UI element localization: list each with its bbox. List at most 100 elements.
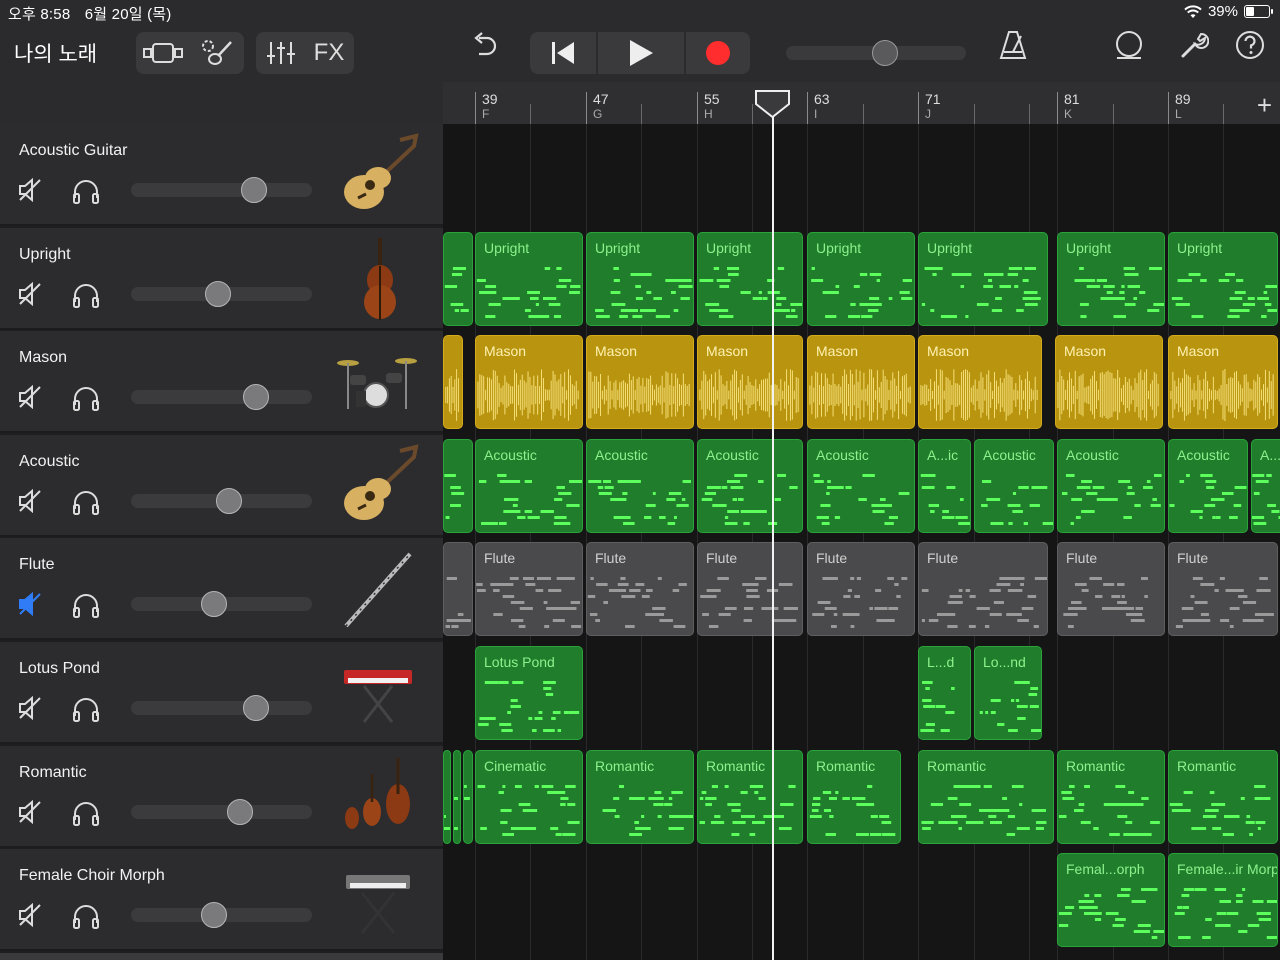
region[interactable]: Mason xyxy=(475,335,583,430)
track-volume-knob[interactable] xyxy=(242,695,269,721)
track-lane[interactable]: Acoustic Acoustic Acoustic Acoustic A...ic Ac… xyxy=(443,435,1280,539)
region[interactable]: Mason xyxy=(586,335,694,430)
region[interactable]: Upright xyxy=(586,231,694,326)
track-volume-slider[interactable] xyxy=(131,798,312,825)
track-lane[interactable]: Flute Flute Flute Flute Flute Flute Flute xyxy=(443,538,1280,642)
flute-icon[interactable] xyxy=(336,546,420,632)
mute-icon[interactable] xyxy=(18,488,44,513)
track-volume-knob[interactable] xyxy=(242,384,269,411)
region[interactable]: Flute xyxy=(918,542,1048,637)
add-section-button[interactable]: + xyxy=(1257,90,1272,121)
help-button[interactable] xyxy=(1232,24,1268,66)
track-volume-slider[interactable] xyxy=(131,177,312,203)
region-fragment[interactable] xyxy=(443,542,473,637)
headphones-icon[interactable] xyxy=(72,903,100,930)
region-fragment[interactable] xyxy=(463,749,473,844)
track-volume-slider[interactable] xyxy=(131,591,312,618)
track-volume-slider[interactable] xyxy=(131,280,312,307)
region[interactable]: Acoustic xyxy=(1168,438,1248,533)
song-title[interactable]: 나의 노래 xyxy=(14,38,97,68)
mute-icon[interactable] xyxy=(18,799,44,824)
undo-button[interactable] xyxy=(466,24,504,66)
mute-icon[interactable] xyxy=(18,903,44,928)
mixer-button[interactable] xyxy=(258,32,304,74)
region[interactable]: Mason xyxy=(807,335,915,430)
mute-icon[interactable] xyxy=(18,695,44,721)
region[interactable]: Flute xyxy=(697,542,803,637)
track-volume-knob[interactable] xyxy=(201,902,228,929)
region[interactable]: Mason xyxy=(1055,335,1163,430)
synth-keyboard-icon[interactable] xyxy=(336,650,420,736)
region[interactable]: Cinematic xyxy=(475,749,583,844)
record-button[interactable] xyxy=(686,32,750,74)
region[interactable]: Upright xyxy=(697,231,803,326)
region[interactable]: Acoustic xyxy=(586,438,694,533)
master-volume-knob[interactable] xyxy=(872,40,898,66)
region-fragment[interactable] xyxy=(443,749,451,844)
region[interactable]: A... xyxy=(1251,438,1280,533)
track-volume-knob[interactable] xyxy=(241,177,268,203)
timeline-ruler[interactable]: + 39 F 47 G 55 H 63 I 71 J 81 K 89 L xyxy=(443,82,1280,124)
region[interactable]: Romantic xyxy=(586,749,694,844)
region[interactable]: Flute xyxy=(807,542,915,637)
track-volume-slider[interactable] xyxy=(131,384,312,411)
headphones-icon[interactable] xyxy=(72,385,100,412)
region-fragment[interactable] xyxy=(443,231,473,326)
track-volume-slider[interactable] xyxy=(131,695,312,721)
fx-button[interactable]: FX xyxy=(306,32,352,74)
track-volume-knob[interactable] xyxy=(215,487,242,514)
region[interactable]: Upright xyxy=(1168,231,1278,326)
region[interactable]: Female...ir Morph xyxy=(1168,853,1278,948)
track-lane[interactable]: Mason Mason Mason Mason Mason Mason Mason xyxy=(443,331,1280,435)
upright-bass-icon[interactable] xyxy=(336,236,420,322)
region[interactable]: A...ic xyxy=(918,438,971,533)
region[interactable]: Romantic xyxy=(1057,749,1165,844)
track-header[interactable]: Acoustic Guitar xyxy=(0,124,443,226)
loop-browser-button[interactable] xyxy=(1110,24,1148,66)
region[interactable]: Mason xyxy=(1168,335,1278,430)
region[interactable]: Mason xyxy=(918,335,1042,430)
track-volume-slider[interactable] xyxy=(131,902,312,929)
region[interactable]: Acoustic xyxy=(1057,438,1165,533)
mute-icon[interactable] xyxy=(18,281,44,306)
headphones-icon[interactable] xyxy=(72,178,100,204)
string-ensemble-icon[interactable] xyxy=(336,754,420,840)
track-lane[interactable]: Lotus Pond L...d Lo...nd xyxy=(443,642,1280,746)
track-header[interactable]: Female Choir Morph xyxy=(0,849,443,952)
region[interactable]: Acoustic xyxy=(807,438,915,533)
region[interactable]: Upright xyxy=(807,231,915,326)
mute-icon[interactable] xyxy=(18,592,44,617)
track-lane[interactable] xyxy=(443,124,1280,228)
region[interactable]: Upright xyxy=(1057,231,1165,326)
headphones-icon[interactable] xyxy=(72,489,100,515)
drum-kit-icon[interactable] xyxy=(336,339,420,425)
metronome-button[interactable] xyxy=(996,24,1030,66)
mute-icon[interactable] xyxy=(18,177,44,203)
track-header[interactable]: Mason xyxy=(0,331,443,434)
mute-icon[interactable] xyxy=(18,385,44,410)
track-lane[interactable]: Cinematic Romantic Romantic Romantic Romanti… xyxy=(443,746,1280,850)
region-fragment[interactable] xyxy=(443,335,463,430)
region-fragment[interactable] xyxy=(443,438,473,533)
master-volume-slider[interactable] xyxy=(786,40,966,66)
track-lane[interactable]: Femal...orph Female...ir Morph xyxy=(443,849,1280,953)
region[interactable]: Femal...orph xyxy=(1057,853,1165,948)
region[interactable]: Flute xyxy=(475,542,583,637)
track-view-button[interactable] xyxy=(138,32,190,74)
headphones-icon[interactable] xyxy=(72,800,100,826)
track-lane[interactable]: Upright Upright Upright Upright Upright Uprig… xyxy=(443,228,1280,332)
track-volume-knob[interactable] xyxy=(226,798,253,825)
play-button[interactable] xyxy=(598,32,684,74)
acoustic-guitar-icon[interactable] xyxy=(336,443,420,529)
region[interactable]: Acoustic xyxy=(475,438,583,533)
region-fragment[interactable] xyxy=(453,749,461,844)
region[interactable]: Flute xyxy=(586,542,694,637)
instrument-view-button[interactable] xyxy=(192,32,242,74)
track-header[interactable]: Acoustic xyxy=(0,434,443,537)
track-header[interactable]: Lotus Pond xyxy=(0,642,443,744)
region[interactable]: Acoustic xyxy=(974,438,1054,533)
track-header[interactable]: Romantic xyxy=(0,745,443,848)
headphones-icon[interactable] xyxy=(72,282,100,308)
acoustic-guitar-icon[interactable] xyxy=(336,132,420,218)
region[interactable]: Romantic xyxy=(1168,749,1278,844)
